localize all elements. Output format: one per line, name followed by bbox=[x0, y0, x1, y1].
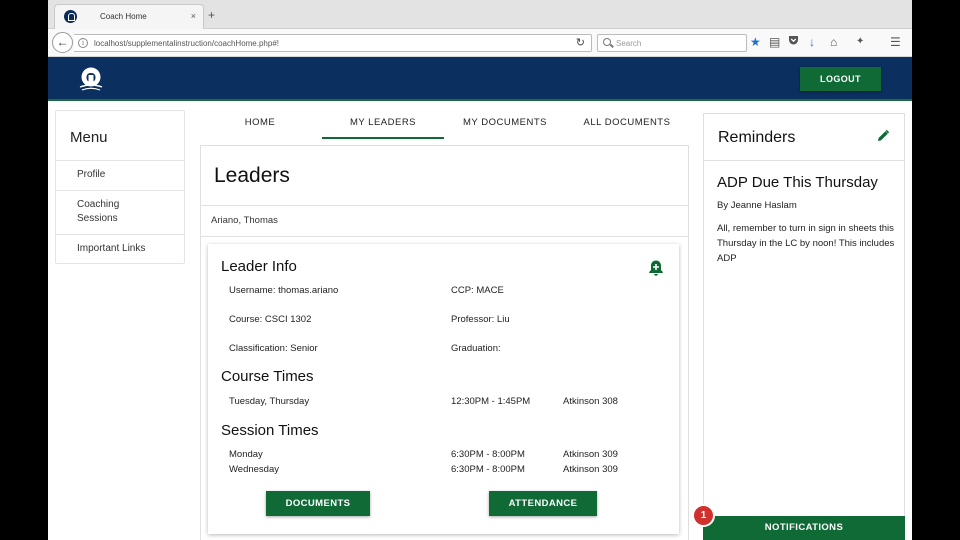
session-day: Wednesday bbox=[229, 464, 279, 475]
menu-item-profile[interactable]: Profile bbox=[56, 160, 184, 190]
tab-strip: Coach Home × + bbox=[48, 0, 912, 29]
home-icon[interactable]: ⌂ bbox=[830, 35, 837, 49]
course-times-heading: Course Times bbox=[221, 368, 314, 385]
tab-my-leaders[interactable]: MY LEADERS bbox=[323, 117, 443, 128]
course-days: Tuesday, Thursday bbox=[229, 396, 310, 407]
tab-home[interactable]: HOME bbox=[200, 117, 320, 128]
site-logo-icon[interactable] bbox=[78, 66, 104, 92]
site-header: LOGOUT bbox=[48, 57, 912, 101]
add-alert-bell-icon[interactable] bbox=[648, 259, 664, 277]
leader-professor: Professor: Liu bbox=[451, 314, 510, 325]
pocket-icon[interactable] bbox=[788, 35, 799, 49]
divider bbox=[704, 160, 904, 161]
address-bar[interactable]: i localhost/supplementalinstruction/coac… bbox=[74, 34, 592, 52]
session-time: 6:30PM - 8:00PM bbox=[451, 464, 525, 475]
reminder-author: By Jeanne Haslam bbox=[717, 200, 797, 211]
back-arrow-icon[interactable]: ← bbox=[52, 32, 73, 53]
session-day: Monday bbox=[229, 449, 263, 460]
tab-my-documents[interactable]: MY DOCUMENTS bbox=[445, 117, 565, 128]
session-location: Atkinson 309 bbox=[563, 449, 618, 460]
reminder-body: All, remember to turn in sign in sheets … bbox=[717, 223, 895, 264]
logout-button[interactable]: LOGOUT bbox=[800, 67, 881, 91]
session-times-heading: Session Times bbox=[221, 422, 319, 439]
new-tab-button[interactable]: + bbox=[208, 9, 215, 21]
leaders-title: Leaders bbox=[214, 164, 290, 187]
bookmark-star-icon[interactable]: ★ bbox=[750, 35, 761, 49]
reading-list-icon[interactable]: ▤ bbox=[769, 35, 780, 49]
leader-info-heading: Leader Info bbox=[221, 258, 297, 275]
tab-all-documents[interactable]: ALL DOCUMENTS bbox=[567, 117, 687, 128]
leader-classification: Classification: Senior bbox=[229, 343, 318, 354]
course-time: 12:30PM - 1:45PM bbox=[451, 396, 531, 407]
session-location: Atkinson 309 bbox=[563, 464, 618, 475]
search-input[interactable]: Search bbox=[597, 34, 747, 52]
search-icon bbox=[603, 38, 611, 46]
info-icon[interactable]: i bbox=[78, 38, 88, 48]
leader-course: Course: CSCI 1302 bbox=[229, 314, 312, 325]
navigation-bar: ← i localhost/supplementalinstruction/co… bbox=[48, 29, 912, 57]
reload-icon[interactable]: ↻ bbox=[576, 37, 585, 49]
notifications-button[interactable]: NOTIFICATIONS bbox=[703, 516, 905, 540]
documents-button[interactable]: DOCUMENTS bbox=[266, 491, 370, 516]
browser-tab[interactable]: Coach Home × bbox=[54, 4, 204, 29]
site-favicon-icon bbox=[64, 10, 77, 23]
search-placeholder: Search bbox=[616, 39, 642, 48]
reminders-title: Reminders bbox=[718, 129, 796, 146]
menu-item-coaching-sessions[interactable]: Coaching Sessions bbox=[56, 190, 184, 234]
course-location: Atkinson 308 bbox=[563, 396, 618, 407]
leader-info-card: Leader Info Username: thomas.ariano CCP:… bbox=[208, 244, 679, 534]
menu-title: Menu bbox=[70, 129, 108, 146]
notification-count-badge: 1 bbox=[692, 504, 715, 527]
leader-list-item[interactable]: Ariano, Thomas bbox=[211, 215, 278, 226]
leader-username: Username: thomas.ariano bbox=[229, 285, 339, 296]
extension-icon[interactable]: ✦ bbox=[856, 35, 864, 49]
reminders-panel: Reminders ADP Due This Thursday By Jeann… bbox=[703, 113, 905, 540]
active-tab-indicator bbox=[322, 137, 444, 139]
download-icon[interactable]: ↓ bbox=[809, 35, 815, 49]
edit-pencil-icon[interactable] bbox=[876, 129, 890, 143]
divider bbox=[201, 236, 688, 237]
hamburger-menu-icon[interactable]: ☰ bbox=[890, 35, 901, 49]
leader-ccp: CCP: MACE bbox=[451, 285, 504, 296]
reminder-heading: ADP Due This Thursday bbox=[717, 174, 878, 191]
attendance-button[interactable]: ATTENDANCE bbox=[489, 491, 597, 516]
leader-graduation: Graduation: bbox=[451, 343, 501, 354]
menu-item-important-links[interactable]: Important Links bbox=[56, 234, 184, 264]
browser-tab-title: Coach Home bbox=[100, 12, 147, 21]
browser-window: Coach Home × + ← i localhost/supplementa… bbox=[48, 0, 912, 540]
side-menu: Menu Profile Coaching Sessions Important… bbox=[55, 110, 185, 264]
close-tab-icon[interactable]: × bbox=[191, 11, 196, 21]
divider bbox=[201, 205, 688, 206]
session-time: 6:30PM - 8:00PM bbox=[451, 449, 525, 460]
url-text: localhost/supplementalinstruction/coachH… bbox=[94, 39, 279, 48]
